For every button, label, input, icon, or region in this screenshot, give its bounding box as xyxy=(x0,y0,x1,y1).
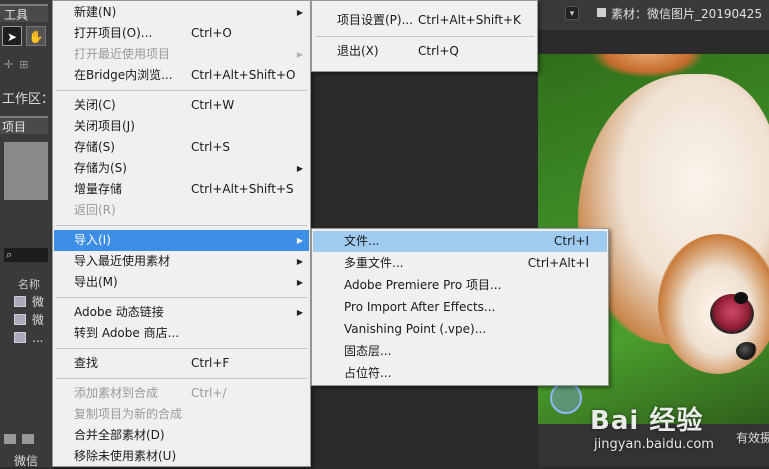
menu-item-consolidate-footage[interactable]: 合并全部素材(D) xyxy=(54,425,309,446)
file-menu: 新建(N) ▶ 打开项目(O)... Ctrl+O 打开最近使用项目 ▶ 在Bridg… xyxy=(52,0,311,467)
menu-item-placeholder[interactable]: 占位符... xyxy=(313,363,607,384)
workspace-label: 工作区： xyxy=(2,92,55,107)
menu-item-open-project[interactable]: 打开项目(O)... Ctrl+O xyxy=(54,23,309,44)
asset-row[interactable]: 微 xyxy=(14,312,44,328)
menu-item-new-comp-from-selection: 复制项目为新的合成 xyxy=(74,407,183,421)
menu-separator xyxy=(56,378,307,379)
baidu-watermark: Bai 经验 jingyan.baidu.com xyxy=(590,406,714,452)
tools-tab[interactable]: 工具 xyxy=(0,4,48,22)
submenu-arrow-icon: ▶ xyxy=(296,8,303,17)
menu-item-import-premiere-project[interactable]: Adobe Premiere Pro 项目... xyxy=(313,275,607,296)
image-file-icon xyxy=(14,314,26,325)
menu-item-export[interactable]: 导出(M) ▶ xyxy=(54,272,309,293)
hand-tool-icon[interactable]: ✋ xyxy=(26,26,46,46)
cursor-ring-icon xyxy=(550,382,582,414)
project-preview-thumbnail xyxy=(4,142,48,200)
interpret-footage-icon[interactable] xyxy=(4,434,16,444)
menu-separator xyxy=(56,90,307,91)
bottom-asset-label: 微信 xyxy=(14,454,39,468)
submenu-arrow-icon: ▶ xyxy=(296,164,303,173)
menu-item-import-file[interactable]: 文件... Ctrl+I xyxy=(313,231,607,252)
project-bottom-toolbar xyxy=(0,431,56,447)
footage-file-icon xyxy=(14,332,26,343)
menu-item-exit[interactable]: 退出(X) Ctrl+Q xyxy=(313,41,536,62)
menu-item-new[interactable]: 新建(N) ▶ xyxy=(54,2,309,23)
menu-item-find[interactable]: 查找 Ctrl+F xyxy=(54,353,309,374)
menu-item-import[interactable]: 导入(I) ▶ xyxy=(54,230,309,251)
submenu-arrow-icon: ▶ xyxy=(296,257,303,266)
footage-tab[interactable]: 素材：微信图片_20190425 xyxy=(597,5,762,22)
menu-separator xyxy=(56,348,307,349)
submenu-arrow-icon: ▶ xyxy=(296,50,303,59)
selection-tool-icon[interactable]: ➤ xyxy=(2,26,22,46)
menu-item-increment-save[interactable]: 增量存储 Ctrl+Alt+Shift+S xyxy=(54,179,309,200)
dog-eye-shape xyxy=(736,342,758,360)
viewer-dropdown-icon[interactable]: ▾ xyxy=(565,6,579,20)
menu-item-vanishing-point[interactable]: Vanishing Point (.vpe)... xyxy=(313,319,607,340)
menu-item-solid[interactable]: 固态层... xyxy=(313,341,607,362)
menu-item-browse-in-bridge[interactable]: 在Bridge内浏览... Ctrl+Alt+Shift+O xyxy=(54,65,309,86)
menu-item-close[interactable]: 关闭(C) Ctrl+W xyxy=(54,95,309,116)
menu-item-revert: 返回(R) xyxy=(74,203,116,217)
snap-controls-icon: ✛⊞ xyxy=(4,58,35,71)
menu-item-adobe-dynamic-link[interactable]: Adobe 动态链接 ▶ xyxy=(54,302,309,323)
import-submenu: 文件... Ctrl+I 多重文件... Ctrl+Alt+I Adobe Prem… xyxy=(311,228,609,386)
tool-row: ➤ ✋ xyxy=(2,26,46,48)
menu-item-save[interactable]: 存储(S) Ctrl+S xyxy=(54,137,309,158)
viewer-status-text: 有效摄 xyxy=(736,431,769,445)
submenu-arrow-icon: ▶ xyxy=(296,278,303,287)
composition-icon xyxy=(14,296,26,307)
project-menu: 项目设置(P)... Ctrl+Alt+Shift+K 退出(X) Ctrl+Q xyxy=(311,0,538,72)
menu-item-import-multiple-files[interactable]: 多重文件... Ctrl+Alt+I xyxy=(313,253,607,274)
new-folder-icon[interactable] xyxy=(22,434,34,444)
menu-separator xyxy=(56,225,307,226)
submenu-arrow-icon: ▶ xyxy=(296,236,303,245)
menu-item-remove-unused-footage[interactable]: 移除未使用素材(U) xyxy=(54,446,309,467)
menu-item-import-recent-footage[interactable]: 导入最近使用素材 ▶ xyxy=(54,251,309,272)
menu-item-add-footage-to-comp: 添加素材到合成 Ctrl+/ xyxy=(74,386,227,400)
dog-nose-shape xyxy=(734,292,748,304)
menu-item-save-as[interactable]: 存储为(S) ▶ xyxy=(54,158,309,179)
asset-row[interactable]: 微 xyxy=(14,294,44,310)
menu-item-project-settings[interactable]: 项目设置(P)... Ctrl+Alt+Shift+K xyxy=(313,10,536,31)
menu-item-adobe-store[interactable]: 转到 Adobe 商店... xyxy=(54,323,309,344)
menu-separator xyxy=(56,297,307,298)
submenu-arrow-icon: ▶ xyxy=(296,308,303,317)
project-search-input[interactable]: ⌕ xyxy=(4,248,48,262)
menu-separator xyxy=(315,36,534,37)
menu-item-open-recent-project: 打开最近使用项目 ▶ xyxy=(54,44,309,65)
project-tab[interactable]: 项目 xyxy=(0,116,48,134)
menu-item-close-project[interactable]: 关闭项目(J) xyxy=(54,116,309,137)
menu-item-pro-import-ae[interactable]: Pro Import After Effects... xyxy=(313,297,607,318)
name-column-header[interactable]: 名称 xyxy=(18,276,40,292)
asset-row[interactable]: ... xyxy=(14,330,43,346)
